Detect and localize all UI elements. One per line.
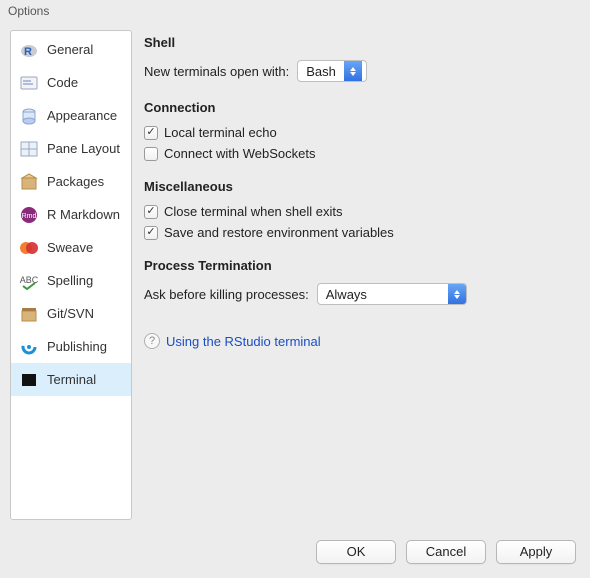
sidebar-item-appearance[interactable]: Appearance <box>11 99 131 132</box>
sidebar-item-label: Packages <box>47 174 104 189</box>
rmarkdown-icon: Rmd <box>19 205 39 225</box>
publishing-icon <box>19 337 39 357</box>
open-with-select[interactable]: Bash <box>297 60 367 82</box>
window-title: Options <box>0 0 590 22</box>
svg-text:R: R <box>24 46 32 58</box>
help-icon: ? <box>144 333 160 349</box>
cancel-button[interactable]: Cancel <box>406 540 486 564</box>
category-sidebar: R General Code Appearance P <box>10 30 132 520</box>
chevron-updown-icon <box>344 60 362 82</box>
spelling-icon: ABC <box>19 271 39 291</box>
sidebar-item-label: General <box>47 42 93 57</box>
terminal-icon <box>19 370 39 390</box>
sidebar-item-packages[interactable]: Packages <box>11 165 131 198</box>
ok-button[interactable]: OK <box>316 540 396 564</box>
checkbox-label: Connect with WebSockets <box>164 146 316 161</box>
sidebar-item-label: R Markdown <box>47 207 120 222</box>
sidebar-item-pane-layout[interactable]: Pane Layout <box>11 132 131 165</box>
checkbox-label: Close terminal when shell exits <box>164 204 342 219</box>
section-heading: Connection <box>144 100 574 115</box>
ask-before-killing-select[interactable]: Always <box>317 283 467 305</box>
sidebar-item-label: Git/SVN <box>47 306 94 321</box>
sidebar-item-label: Spelling <box>47 273 93 288</box>
settings-panel: Shell New terminals open with: Bash Conn… <box>142 30 580 530</box>
sidebar-item-label: Pane Layout <box>47 141 120 156</box>
apply-button[interactable]: Apply <box>496 540 576 564</box>
select-value: Bash <box>298 64 344 79</box>
local-echo-checkbox[interactable] <box>144 126 158 140</box>
section-shell: Shell New terminals open with: Bash <box>144 35 574 82</box>
checkbox-label: Save and restore environment variables <box>164 225 394 240</box>
sidebar-item-terminal[interactable]: Terminal <box>11 363 131 396</box>
sidebar-item-git-svn[interactable]: Git/SVN <box>11 297 131 330</box>
sidebar-item-label: Terminal <box>47 372 96 387</box>
sidebar-item-rmarkdown[interactable]: Rmd R Markdown <box>11 198 131 231</box>
sidebar-item-label: Appearance <box>47 108 117 123</box>
sidebar-item-code[interactable]: Code <box>11 66 131 99</box>
help-link-label: Using the RStudio terminal <box>166 334 321 349</box>
section-connection: Connection Local terminal echo Connect w… <box>144 100 574 161</box>
code-icon <box>19 73 39 93</box>
close-on-exit-checkbox[interactable] <box>144 205 158 219</box>
open-with-label: New terminals open with: <box>144 64 289 79</box>
appearance-icon <box>19 106 39 126</box>
sidebar-item-sweave[interactable]: Sweave <box>11 231 131 264</box>
sidebar-item-label: Sweave <box>47 240 93 255</box>
ask-before-killing-label: Ask before killing processes: <box>144 287 309 302</box>
git-svn-icon <box>19 304 39 324</box>
r-icon: R <box>19 40 39 60</box>
section-heading: Process Termination <box>144 258 574 273</box>
section-miscellaneous: Miscellaneous Close terminal when shell … <box>144 179 574 240</box>
packages-icon <box>19 172 39 192</box>
chevron-updown-icon <box>448 283 466 305</box>
section-heading: Shell <box>144 35 574 50</box>
svg-text:Rmd: Rmd <box>22 213 37 220</box>
sidebar-item-label: Publishing <box>47 339 107 354</box>
select-value: Always <box>318 287 448 302</box>
pane-layout-icon <box>19 139 39 159</box>
sidebar-item-label: Code <box>47 75 78 90</box>
save-env-checkbox[interactable] <box>144 226 158 240</box>
sidebar-item-spelling[interactable]: ABC Spelling <box>11 264 131 297</box>
sidebar-item-publishing[interactable]: Publishing <box>11 330 131 363</box>
checkbox-label: Local terminal echo <box>164 125 277 140</box>
sidebar-item-general[interactable]: R General <box>11 33 131 66</box>
section-process-termination: Process Termination Ask before killing p… <box>144 258 574 305</box>
help-link[interactable]: ? Using the RStudio terminal <box>144 333 574 349</box>
websockets-checkbox[interactable] <box>144 147 158 161</box>
svg-text:ABC: ABC <box>20 275 39 285</box>
dialog-footer: OK Cancel Apply <box>0 530 590 578</box>
section-heading: Miscellaneous <box>144 179 574 194</box>
sweave-icon <box>19 238 39 258</box>
options-dialog: Options R General Code Appearance <box>0 0 590 578</box>
